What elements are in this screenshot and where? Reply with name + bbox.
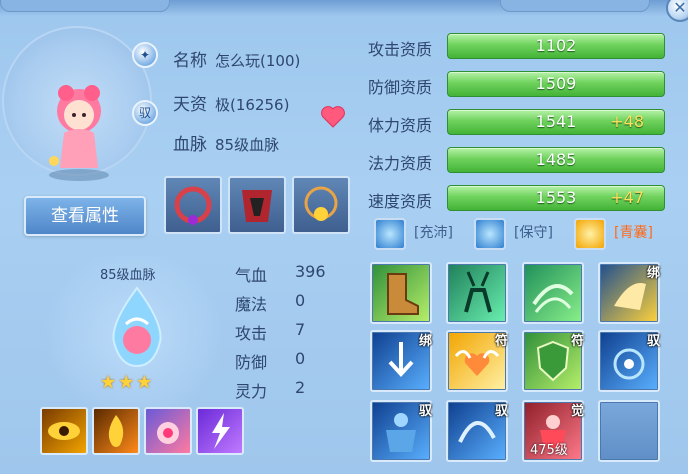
name-value: 怎么玩(100): [215, 52, 301, 70]
badge-conservative: [保守]: [514, 225, 553, 241]
stat-value-spirit: 2: [295, 378, 306, 397]
top-tab-left[interactable]: [0, 0, 170, 12]
skill-wind[interactable]: [522, 262, 584, 324]
res-value-speed: 1553: [535, 188, 577, 207]
badge-qingnang: [青囊]: [614, 225, 653, 241]
bloodline-stars: ★★★: [100, 372, 155, 393]
deer-skill-icon: [464, 271, 492, 313]
bloodline-value: 85级血脉: [215, 136, 280, 154]
res-value-magic: 1485: [535, 150, 577, 169]
skill-deer[interactable]: [446, 262, 508, 324]
res-label-defense: 防御资质: [368, 78, 433, 97]
stat-value-mp: 0: [295, 291, 306, 310]
necklace-icon: [174, 186, 212, 225]
left-panel: ✦ 驭 名称 怎么玩(100) 天资 极(16256) 血脉 85级血脉 查看属性 8…: [0, 16, 358, 474]
fire-element-icon: ✦: [132, 42, 158, 68]
res-label-stamina: 体力资质: [368, 116, 433, 135]
skill-tag-talisman-2: 符: [570, 334, 584, 349]
stat-value-atk: 7: [295, 320, 306, 339]
res-plus-stamina: +48: [610, 112, 644, 131]
skill-tag-mount-2: 驭: [418, 404, 432, 419]
skill-tag-bind-1: 绑: [646, 266, 660, 281]
res-bar-stamina: 1541 +48: [447, 109, 665, 135]
skill-tag-mount-3: 驭: [494, 404, 508, 419]
top-tab-right[interactable]: [500, 0, 650, 12]
pet-sprite-icon: [49, 85, 109, 181]
badge-abundant: [充沛]: [414, 225, 453, 241]
skill-tag-bind-2: 绑: [418, 334, 432, 349]
res-label-speed: 速度资质: [368, 192, 433, 211]
stat-value-hp: 396: [295, 262, 326, 281]
skill-arrow-down[interactable]: 绑: [370, 330, 432, 392]
aptitude-value: 极(16256): [215, 96, 290, 114]
right-panel: 攻击资质 1102 防御资质 1509 体力资质 1541 +48 法力资质 1…: [360, 16, 688, 474]
bloodline-skill-lightning-icon[interactable]: [196, 407, 244, 455]
res-bar-defense: 1509: [447, 71, 665, 97]
skill-tag-mount-1: 驭: [646, 334, 660, 349]
res-value-stamina: 1541: [535, 112, 577, 131]
res-plus-speed: +47: [610, 188, 644, 207]
bloodline-skill-orb-icon[interactable]: [144, 407, 192, 455]
pet-portrait: [2, 26, 152, 181]
qingnang-icon[interactable]: [574, 218, 606, 250]
skill-tag-talisman-1: 符: [494, 334, 508, 349]
skill-muscle[interactable]: 驭: [370, 400, 432, 462]
skill-boot[interactable]: [370, 262, 432, 324]
stat-label-hp: 气血: [235, 266, 268, 285]
equip-slot-3[interactable]: [292, 176, 350, 234]
skill-spirit[interactable]: 驭: [598, 330, 660, 392]
stat-value-def: 0: [295, 349, 306, 368]
conservative-icon[interactable]: [474, 218, 506, 250]
res-bar-magic: 1485: [447, 147, 665, 173]
aptitude-label: 天资: [173, 95, 207, 115]
equip-slot-2[interactable]: [228, 176, 286, 234]
res-bar-attack: 1102: [447, 33, 665, 59]
equip-slot-1[interactable]: [164, 176, 222, 234]
bloodline-skill-flame-icon[interactable]: [92, 407, 140, 455]
stat-label-spirit: 灵力: [235, 382, 268, 401]
skill-empty-slot[interactable]: [598, 400, 660, 462]
stat-label-def: 防御: [235, 353, 268, 372]
skill-heart-wing[interactable]: 符: [446, 330, 508, 392]
skill-tag-awaken: 觉: [570, 404, 584, 419]
heart-icon[interactable]: [320, 105, 346, 129]
mount-badge-icon: 驭: [132, 100, 158, 126]
stat-label-mp: 魔法: [235, 295, 268, 314]
bloodline-row: 血脉 85级血脉: [173, 130, 279, 155]
bloodline-title: 85级血脉: [100, 268, 156, 283]
skill-level-awaken: 475级: [530, 443, 568, 458]
bloodline-egg-icon[interactable]: [104, 284, 170, 370]
stat-label-atk: 攻击: [235, 324, 268, 343]
aptitude-row: 天资 极(16256): [173, 90, 289, 115]
armor-icon: [242, 190, 272, 222]
boot-skill-icon: [387, 273, 419, 315]
res-label-magic: 法力资质: [368, 154, 433, 173]
bloodline-label: 血脉: [173, 135, 207, 155]
skill-scroll[interactable]: 绑: [598, 262, 660, 324]
wind-skill-icon: [532, 284, 574, 313]
res-bar-speed: 1553 +47: [447, 185, 665, 211]
abundant-icon[interactable]: [374, 218, 406, 250]
skill-awaken[interactable]: 觉 475级: [522, 400, 584, 462]
name-row: 名称 怎么玩(100): [173, 46, 300, 71]
amulet-icon: [304, 186, 338, 221]
res-label-attack: 攻击资质: [368, 40, 433, 59]
view-attributes-button[interactable]: 查看属性: [24, 196, 146, 236]
name-label: 名称: [173, 51, 207, 71]
res-value-attack: 1102: [535, 36, 577, 55]
skill-swirl[interactable]: 驭: [446, 400, 508, 462]
skill-shield[interactable]: 符: [522, 330, 584, 392]
res-value-defense: 1509: [535, 74, 577, 93]
bloodline-skill-eye-icon[interactable]: [40, 407, 88, 455]
